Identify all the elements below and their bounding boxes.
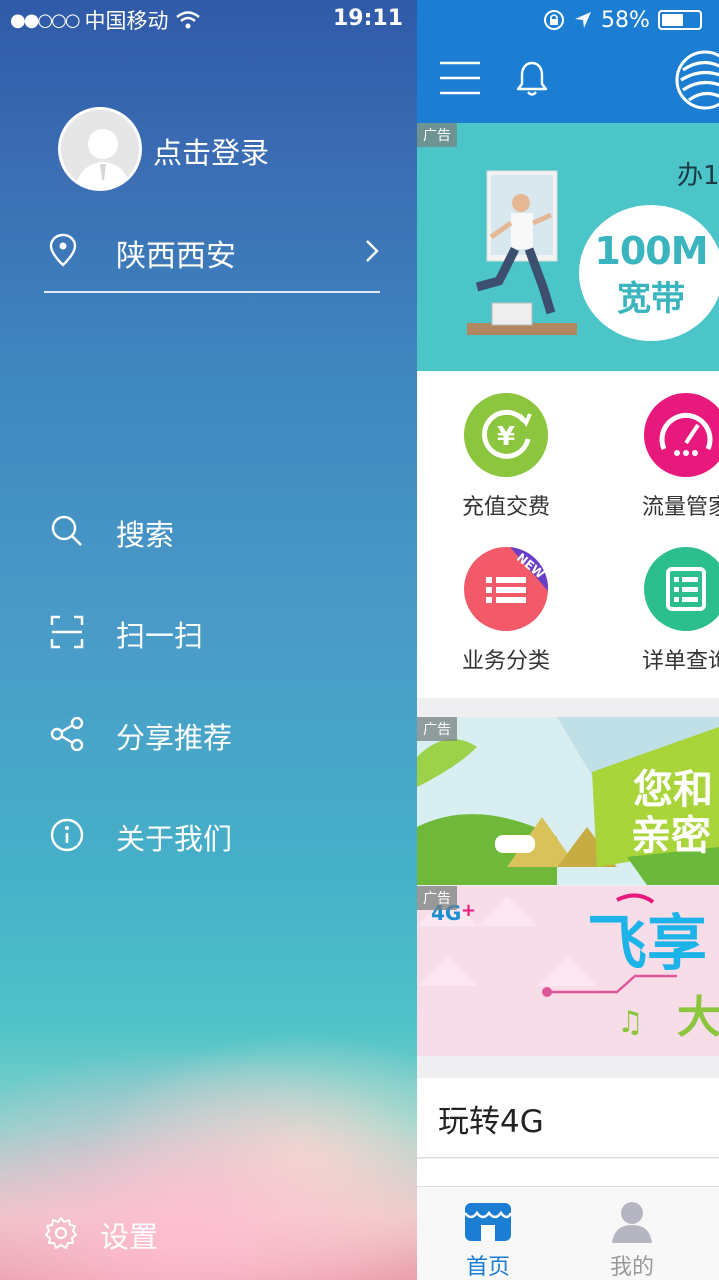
location-arrow-icon xyxy=(575,12,591,28)
banner3-subtitle: 大 xyxy=(677,992,719,1043)
main-app-panel[interactable]: 58% 广告 办1 100M 宽带 ¥ 充值交费 流量管家 NEW 业务分类 详… xyxy=(417,0,719,1280)
quick-item-bill-detail[interactable]: 详单查询 xyxy=(611,547,719,697)
wifi-icon xyxy=(175,11,200,29)
svg-text:+: + xyxy=(461,900,476,921)
status-bar-left: ●●○○○ 中国移动 xyxy=(10,6,201,34)
quick-item-label: 详单查询 xyxy=(641,649,719,674)
triangle-pattern-background: ♫ 大 飞享 4G + xyxy=(417,893,719,1043)
tab-label: 我的 xyxy=(609,1255,654,1280)
chevron-right-icon xyxy=(366,240,379,262)
gear-icon xyxy=(45,1217,77,1249)
banner2-headline-2: 亲密 xyxy=(631,813,711,859)
menu-item-search[interactable]: 搜索 xyxy=(50,500,390,560)
data-manager-icon-circle xyxy=(644,393,719,477)
menu-item-about[interactable]: 关于我们 xyxy=(50,804,390,864)
banner3-headline: 飞享 xyxy=(587,909,707,979)
info-icon xyxy=(50,818,84,852)
user-profile-icon xyxy=(612,1202,652,1243)
storefront-icon xyxy=(464,1203,513,1241)
avatar[interactable] xyxy=(58,107,142,191)
list-new-icon: NEW xyxy=(486,547,548,603)
bottom-tab-bar: 首页 我的 xyxy=(417,1186,719,1280)
location-selector[interactable]: 陕西西安 xyxy=(44,225,380,293)
quick-item-services[interactable]: NEW 业务分类 xyxy=(431,547,581,697)
recharge-icon-circle: ¥ xyxy=(464,393,548,477)
side-drawer: ●●○○○ 中国移动 19:11 点击登录 陕西西安 搜索 扫一扫 分享推荐 关… xyxy=(0,0,417,1280)
china-mobile-logo-icon xyxy=(675,50,719,110)
menu-item-label: 关于我们 xyxy=(116,822,233,856)
search-icon xyxy=(51,515,82,546)
quick-item-data-manager[interactable]: 流量管家 xyxy=(611,393,719,543)
promo-product: 宽带 xyxy=(617,279,685,319)
banner2-headline: 您和 xyxy=(633,767,713,813)
menu-item-scan[interactable]: 扫一扫 xyxy=(50,601,390,661)
tab-mine[interactable]: 我的 xyxy=(587,1199,677,1280)
app-header: 58% xyxy=(417,0,719,123)
speedometer-icon xyxy=(659,412,713,456)
share-icon xyxy=(50,717,84,751)
menu-item-share[interactable]: 分享推荐 xyxy=(50,703,390,763)
banner-headline: 办1 xyxy=(677,161,719,191)
login-link[interactable]: 点击登录 xyxy=(153,130,269,172)
ad-badge: 广告 xyxy=(417,123,457,147)
battery-percent: 58% xyxy=(601,7,650,33)
tab-label: 首页 xyxy=(465,1255,510,1280)
quick-item-label: 充值交费 xyxy=(461,495,550,520)
music-note-icon: ♫ xyxy=(617,1005,644,1040)
svg-text:¥: ¥ xyxy=(497,422,515,452)
menu-item-label: 搜索 xyxy=(116,518,175,552)
status-bar-right: 58% xyxy=(543,6,702,34)
hamburger-menu-icon[interactable] xyxy=(439,60,481,96)
yuan-recharge-icon: ¥ xyxy=(482,409,532,459)
bill-list-icon xyxy=(666,567,706,611)
carrier-name: 中国移动 xyxy=(84,9,169,33)
promo-circle: 100M 宽带 xyxy=(579,205,719,341)
section-title: 玩转4G xyxy=(438,1104,544,1140)
bell-icon[interactable] xyxy=(516,60,548,98)
running-man-illustration xyxy=(467,170,577,335)
status-time: 19:11 xyxy=(333,6,404,31)
location-text: 陕西西安 xyxy=(116,239,236,274)
settings-button[interactable]: 设置 xyxy=(44,1203,244,1263)
tab-home[interactable]: 首页 xyxy=(443,1199,533,1280)
battery-icon xyxy=(657,10,702,30)
user-silhouette-icon xyxy=(61,110,139,188)
signal-dots: ●●○○○ xyxy=(10,9,81,31)
quick-actions-grid: ¥ 充值交费 流量管家 NEW 业务分类 详单查询 xyxy=(417,371,719,698)
location-pin-icon xyxy=(49,233,77,267)
settings-label: 设置 xyxy=(100,1220,159,1254)
menu-item-label: 分享推荐 xyxy=(116,721,233,755)
services-icon-circle: NEW xyxy=(464,547,548,631)
bill-detail-icon-circle xyxy=(644,547,719,631)
promo-speed: 100M xyxy=(594,229,708,273)
ad-banner-broadband[interactable]: 广告 办1 100M 宽带 xyxy=(417,123,719,371)
ad-badge: 广告 xyxy=(417,886,457,910)
section-header-play-4g[interactable]: 玩转4G xyxy=(417,1078,719,1158)
quick-item-label: 流量管家 xyxy=(641,495,719,520)
scan-icon xyxy=(50,615,84,649)
section-content-placeholder xyxy=(417,1159,719,1189)
menu-item-label: 扫一扫 xyxy=(116,619,204,653)
ad-banner-family[interactable]: 您和 亲密 广告 xyxy=(417,717,719,885)
quick-item-label: 业务分类 xyxy=(461,649,550,674)
landscape-illustration: 您和 亲密 xyxy=(417,717,719,885)
ad-banner-4g-plus[interactable]: ♫ 大 飞享 4G + 广告 xyxy=(417,886,719,1056)
rotation-lock-icon xyxy=(544,10,564,30)
quick-item-recharge[interactable]: ¥ 充值交费 xyxy=(431,393,581,543)
ad-badge: 广告 xyxy=(417,717,457,741)
